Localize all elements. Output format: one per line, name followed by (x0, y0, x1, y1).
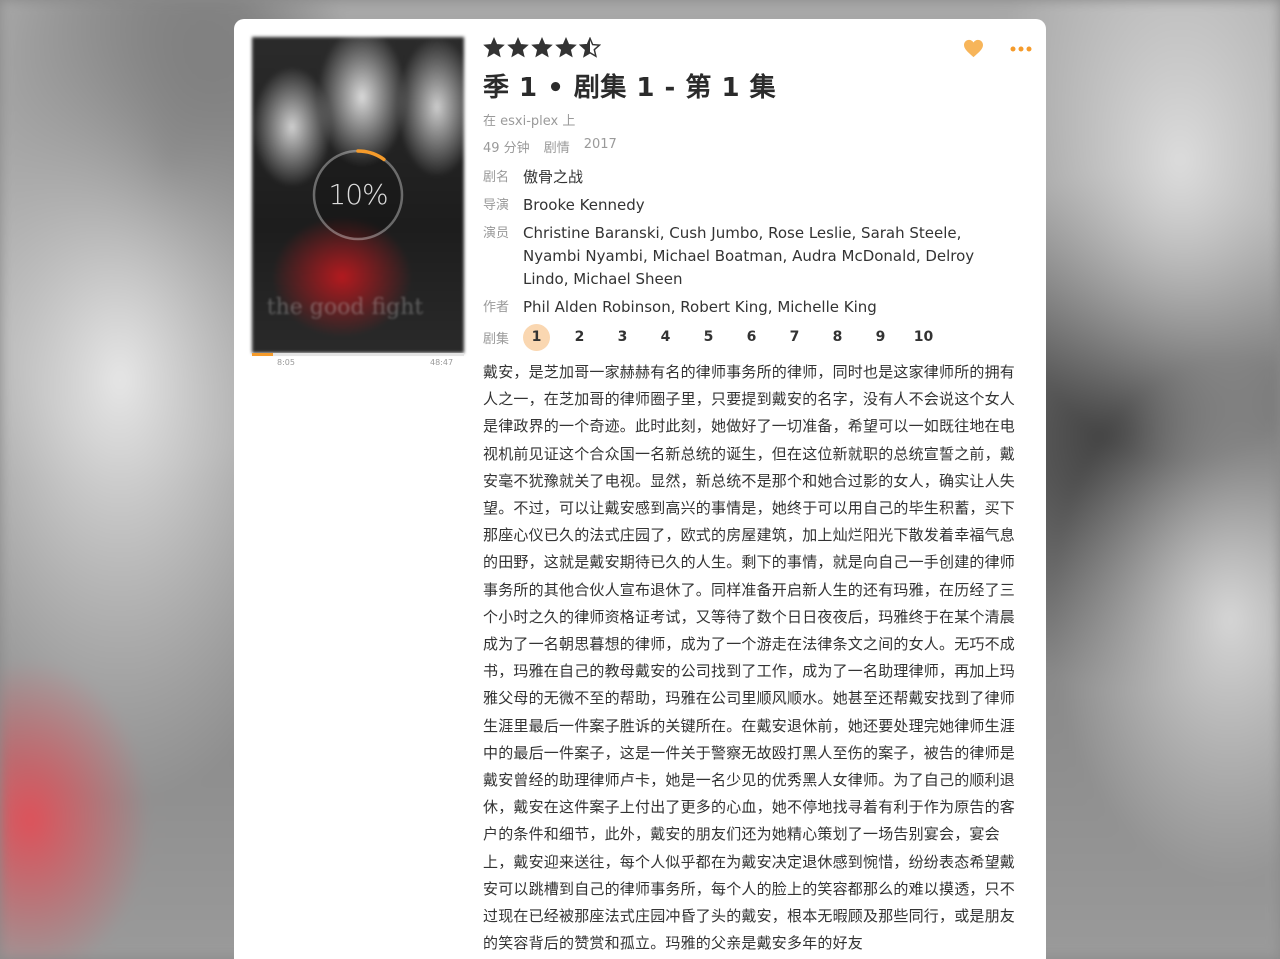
episode-button-4[interactable]: 4 (652, 324, 679, 351)
server-name: 在 esxi-plex 上 (483, 114, 576, 129)
episode-button-5[interactable]: 5 (695, 324, 722, 351)
playback-progress-bar[interactable] (252, 353, 464, 356)
poster-logo: the good fight (266, 295, 424, 320)
episode-title: 季 1 • 剧集 1 - 第 1 集 (483, 73, 777, 103)
writer-label: 作者 (483, 300, 510, 315)
episode-button-3[interactable]: 3 (609, 324, 636, 351)
cast-label: 演员 (483, 226, 510, 241)
show-value[interactable]: 傲骨之战 (523, 166, 583, 189)
episode-button-10[interactable]: 10 (910, 324, 937, 351)
episode-list: 1 2 3 4 5 6 7 8 9 10 (523, 324, 953, 351)
genre: 剧情 (543, 141, 570, 156)
star-icon[interactable] (555, 37, 577, 59)
director-label: 导演 (483, 198, 510, 213)
director-row: 导演 Brooke Kennedy (483, 194, 1018, 217)
writer-row: 作者 Phil Alden Robinson, Robert King, Mic… (483, 296, 1018, 319)
writer-value[interactable]: Phil Alden Robinson, Robert King, Michel… (523, 296, 877, 319)
director-value[interactable]: Brooke Kennedy (523, 194, 645, 217)
star-icon[interactable] (531, 37, 553, 59)
playback-progress-fill (252, 353, 274, 356)
episode-selector: 剧集 1 2 3 4 5 6 7 8 9 10 (483, 324, 1018, 351)
episode-info: 季 1 • 剧集 1 - 第 1 集 在 esxi-plex 上 49 分钟 剧… (483, 35, 1018, 957)
episode-button-9[interactable]: 9 (867, 324, 894, 351)
episode-button-6[interactable]: 6 (738, 324, 765, 351)
cast-value[interactable]: Christine Baranski, Cush Jumbo, Rose Les… (523, 222, 1018, 291)
year: 2017 (583, 137, 617, 152)
episode-button-2[interactable]: 2 (566, 324, 593, 351)
episode-button-8[interactable]: 8 (824, 324, 851, 351)
episode-button-1[interactable]: 1 (523, 324, 550, 351)
episode-meta: 49 分钟 剧情 2017 (483, 137, 1018, 156)
episodes-label: 剧集 (483, 332, 510, 347)
episode-button-7[interactable]: 7 (781, 324, 808, 351)
episode-detail-card: the good fight 10% 8:05 48:47 季 1 • 剧集 1… (234, 19, 1046, 959)
star-icon[interactable] (483, 37, 505, 59)
star-icon[interactable] (579, 37, 601, 59)
time-total: 48:47 (430, 358, 454, 367)
duration: 49 分钟 (483, 141, 530, 156)
show-row: 剧名 傲骨之战 (483, 166, 1018, 189)
progress-percent: 10% (328, 178, 388, 211)
star-icon[interactable] (507, 37, 529, 59)
show-label: 剧名 (483, 170, 510, 185)
cast-row: 演员 Christine Baranski, Cush Jumbo, Rose … (483, 222, 1018, 291)
episode-summary: 戴安，是芝加哥一家赫赫有名的律师事务所的律师，同时也是这家律师所的拥有人之一，在… (483, 363, 1016, 953)
star-rating[interactable] (483, 35, 1018, 61)
time-elapsed: 8:05 (277, 358, 295, 367)
